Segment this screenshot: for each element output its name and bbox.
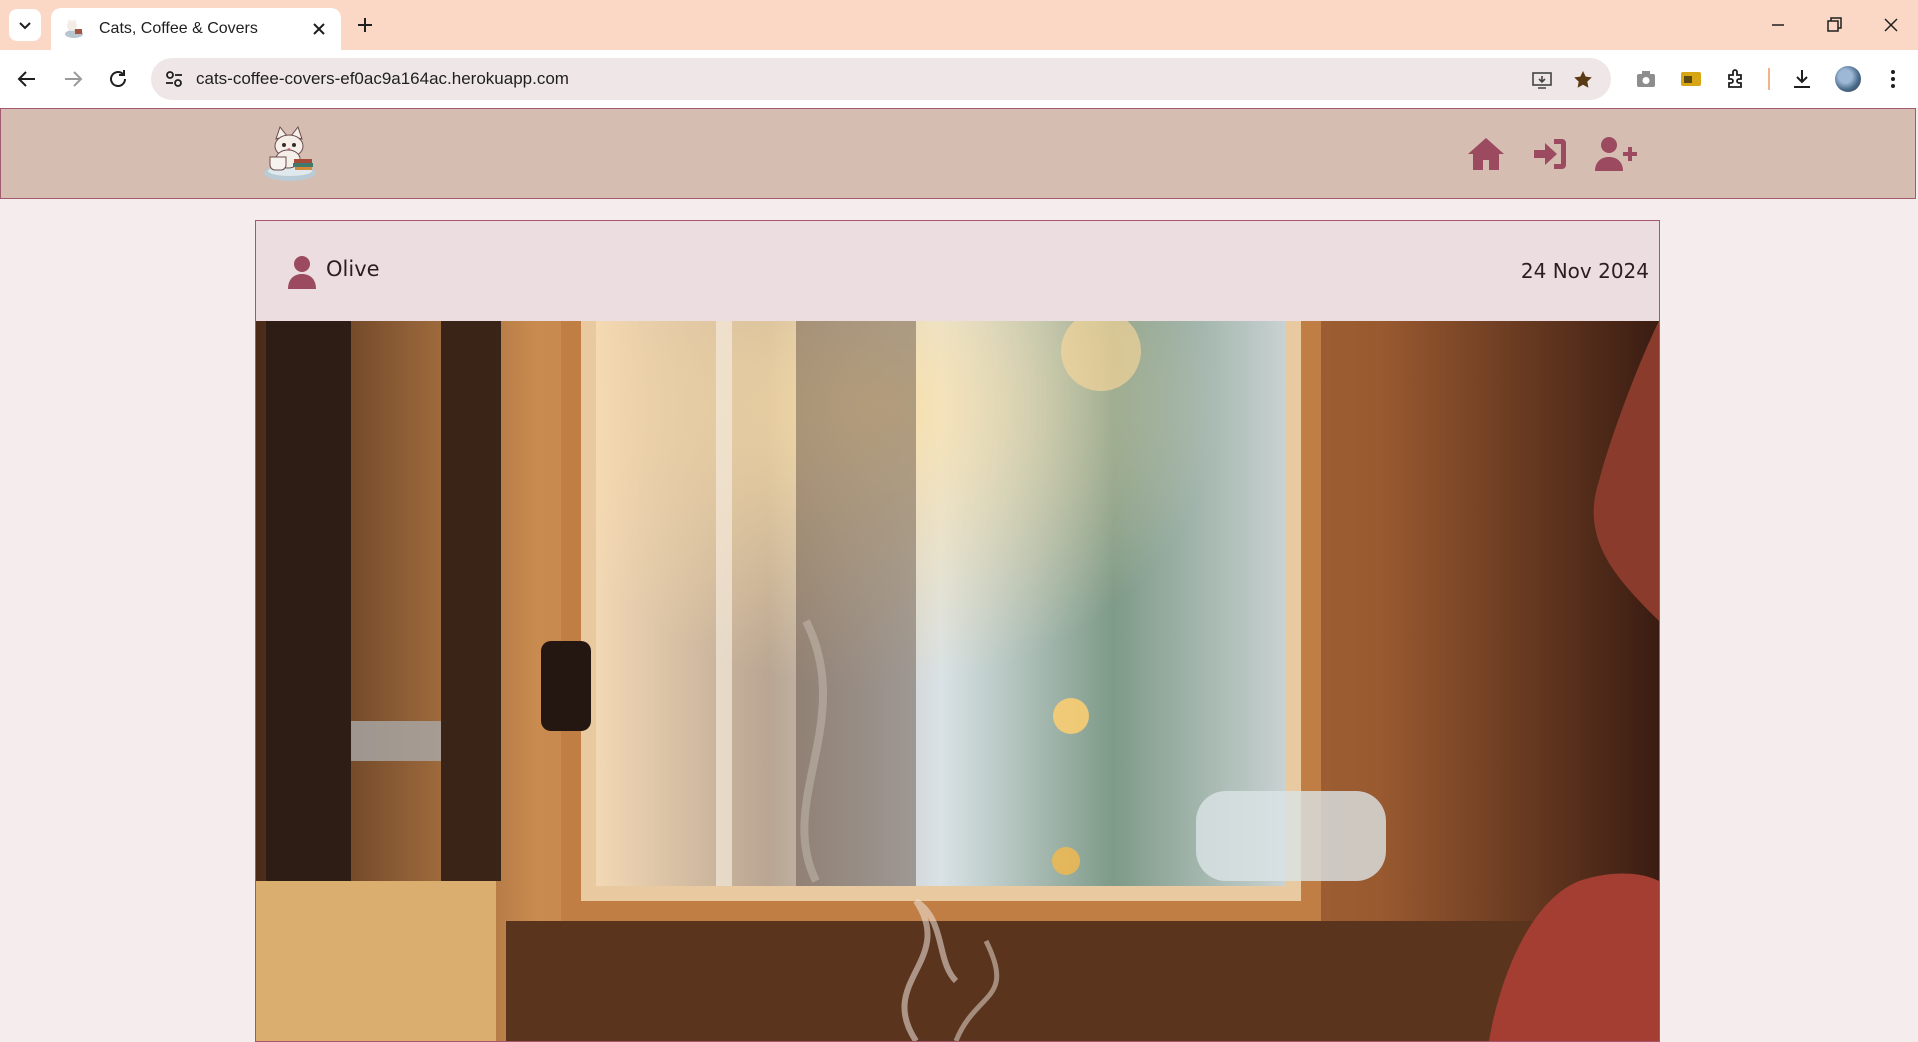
extensions-icon[interactable] <box>1723 66 1749 92</box>
tab-search-button[interactable] <box>9 9 41 41</box>
window-close-icon[interactable] <box>1879 13 1903 37</box>
close-icon[interactable] <box>309 19 329 39</box>
browser-tab[interactable]: Cats, Coffee & Covers <box>51 8 341 50</box>
cat-coffee-logo[interactable] <box>262 125 318 183</box>
camera-icon[interactable] <box>1633 66 1659 92</box>
user-icon <box>288 256 316 289</box>
post-header: Olive 24 Nov 2024 <box>256 221 1659 321</box>
tab-title: Cats, Coffee & Covers <box>99 20 258 37</box>
bookmark-star-icon[interactable] <box>1571 68 1595 92</box>
post-card: Olive 24 Nov 2024 <box>255 220 1660 1042</box>
forward-arrow-icon[interactable] <box>60 66 86 92</box>
new-tab-icon[interactable] <box>353 13 377 37</box>
post-date: 24 Nov 2024 <box>1520 259 1649 283</box>
minimize-icon[interactable] <box>1766 13 1790 37</box>
cast-icon[interactable] <box>1678 66 1704 92</box>
url-text: cats-coffee-covers-ef0ac9a164ac.herokuap… <box>196 69 569 88</box>
reload-icon[interactable] <box>105 66 131 92</box>
toolbar-separator <box>1768 68 1770 90</box>
restore-icon[interactable] <box>1822 13 1846 37</box>
site-info-icon[interactable] <box>163 68 185 90</box>
download-icon[interactable] <box>1789 66 1815 92</box>
more-menu-icon[interactable] <box>1880 66 1906 92</box>
post-author[interactable]: Olive <box>326 257 380 281</box>
profile-avatar[interactable] <box>1835 66 1861 92</box>
cafe-window-photo <box>256 321 1659 1041</box>
install-app-icon[interactable] <box>1530 68 1554 92</box>
chevron-down-icon <box>19 22 31 30</box>
post-image <box>256 321 1659 1041</box>
cat-coffee-favicon-icon <box>65 19 83 38</box>
user-plus-icon[interactable] <box>1594 135 1638 173</box>
sign-in-icon[interactable] <box>1530 135 1570 173</box>
back-arrow-icon[interactable] <box>14 66 40 92</box>
address-bar[interactable]: cats-coffee-covers-ef0ac9a164ac.herokuap… <box>151 58 1611 100</box>
home-icon[interactable] <box>1466 135 1506 173</box>
